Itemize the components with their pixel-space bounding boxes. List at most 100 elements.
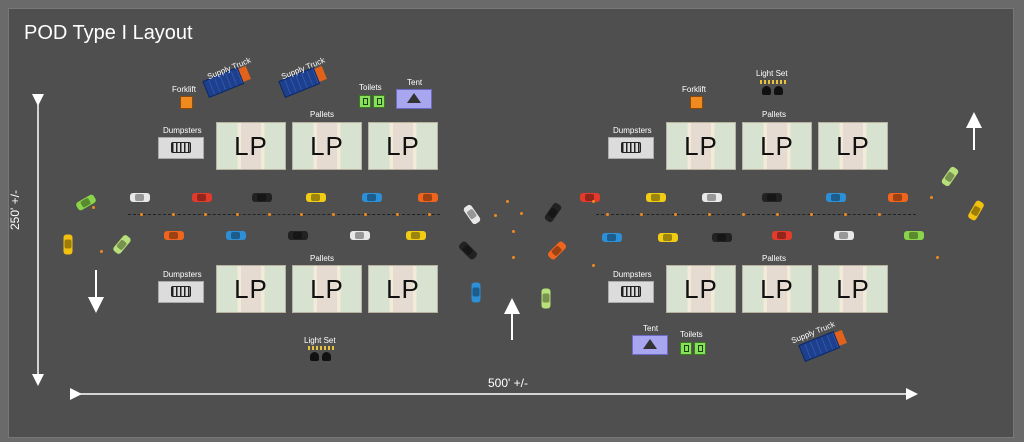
traffic-cone xyxy=(494,214,497,217)
car-icon xyxy=(362,193,382,202)
traffic-cone xyxy=(878,213,881,216)
tent-label: Tent xyxy=(407,78,423,87)
traffic-cone xyxy=(520,212,523,215)
car-icon xyxy=(712,233,732,242)
toilet-icon xyxy=(359,95,371,108)
car-icon xyxy=(904,231,924,240)
car-icon xyxy=(306,193,326,202)
traffic-cone xyxy=(606,213,609,216)
lp-pallet-pad: LP xyxy=(742,122,812,170)
car-icon xyxy=(192,193,212,202)
dumpsters-label: Dumpsters xyxy=(613,270,652,279)
light-set-label: Light Set xyxy=(756,69,788,78)
lp-pallet-pad: LP xyxy=(216,122,286,170)
toilet-icon xyxy=(680,342,692,355)
car-icon xyxy=(541,288,551,309)
toilets-label: Toilets xyxy=(680,330,703,339)
traffic-cone xyxy=(708,213,711,216)
traffic-cone xyxy=(592,200,595,203)
light-set-icon xyxy=(308,346,334,362)
car-icon xyxy=(602,233,622,242)
dumpsters-label: Dumpsters xyxy=(163,126,202,135)
height-dimension-label: 250' +/- xyxy=(8,190,22,230)
traffic-cone xyxy=(204,213,207,216)
car-icon xyxy=(888,193,908,202)
car-icon xyxy=(658,233,678,242)
forklift-icon xyxy=(690,96,703,109)
car-icon xyxy=(350,231,370,240)
lp-pallet-pad: LP xyxy=(666,122,736,170)
dumpster-icon xyxy=(158,281,204,303)
lp-pallet-pad: LP xyxy=(818,265,888,313)
traffic-cone xyxy=(332,213,335,216)
lp-pallet-pad: LP xyxy=(368,265,438,313)
light-set-label: Light Set xyxy=(304,336,336,345)
forklift-label: Forklift xyxy=(172,85,196,94)
width-dimension-label: 500' +/- xyxy=(488,376,528,390)
tent-icon xyxy=(632,335,668,355)
traffic-cone xyxy=(140,213,143,216)
lp-pallet-pad: LP xyxy=(216,265,286,313)
lp-pallet-pad: LP xyxy=(368,122,438,170)
car-icon xyxy=(63,234,73,255)
tent-label: Tent xyxy=(643,324,659,333)
toilets-label: Toilets xyxy=(359,83,382,92)
car-icon xyxy=(772,231,792,240)
car-icon xyxy=(826,193,846,202)
car-icon xyxy=(762,193,782,202)
traffic-cone xyxy=(810,213,813,216)
car-icon xyxy=(834,231,854,240)
forklift-icon xyxy=(180,96,193,109)
car-icon xyxy=(252,193,272,202)
car-icon xyxy=(580,193,600,202)
traffic-cone xyxy=(428,213,431,216)
pallets-label: Pallets xyxy=(310,254,335,263)
toilet-icon xyxy=(694,342,706,355)
traffic-cone xyxy=(236,213,239,216)
lp-pallet-pad: LP xyxy=(818,122,888,170)
traffic-cone xyxy=(100,250,103,253)
traffic-cone xyxy=(512,256,515,259)
dumpster-icon xyxy=(608,137,654,159)
traffic-cone xyxy=(512,230,515,233)
car-icon xyxy=(164,231,184,240)
traffic-cone xyxy=(268,213,271,216)
light-set-icon xyxy=(760,80,786,96)
tent-icon xyxy=(396,89,432,109)
traffic-cone xyxy=(592,264,595,267)
car-icon xyxy=(288,231,308,240)
traffic-cone xyxy=(364,213,367,216)
pallets-label: Pallets xyxy=(762,254,787,263)
traffic-cone xyxy=(300,213,303,216)
traffic-cone xyxy=(844,213,847,216)
lp-pallet-pad: LP xyxy=(292,265,362,313)
dumpsters-label: Dumpsters xyxy=(613,126,652,135)
lp-pallet-pad: LP xyxy=(742,265,812,313)
dumpster-icon xyxy=(608,281,654,303)
car-icon xyxy=(471,282,481,303)
dumpster-icon xyxy=(158,137,204,159)
dumpsters-label: Dumpsters xyxy=(163,270,202,279)
traffic-cone xyxy=(776,213,779,216)
car-icon xyxy=(406,231,426,240)
pallets-label: Pallets xyxy=(310,110,335,119)
traffic-cone xyxy=(936,256,939,259)
traffic-cone xyxy=(640,213,643,216)
car-icon xyxy=(130,193,150,202)
lp-pallet-pad: LP xyxy=(292,122,362,170)
forklift-label: Forklift xyxy=(682,85,706,94)
traffic-cone xyxy=(92,206,95,209)
car-icon xyxy=(226,231,246,240)
car-icon xyxy=(702,193,722,202)
pod-layout-diagram: POD Type I Layout 250' +/- 500' +/- Fork… xyxy=(0,0,1024,442)
traffic-cone xyxy=(506,200,509,203)
lane-divider-right xyxy=(596,214,916,215)
traffic-cone xyxy=(172,213,175,216)
car-icon xyxy=(418,193,438,202)
traffic-cone xyxy=(930,196,933,199)
pallets-label: Pallets xyxy=(762,110,787,119)
traffic-cone xyxy=(674,213,677,216)
toilet-icon xyxy=(373,95,385,108)
traffic-cone xyxy=(396,213,399,216)
lp-pallet-pad: LP xyxy=(666,265,736,313)
